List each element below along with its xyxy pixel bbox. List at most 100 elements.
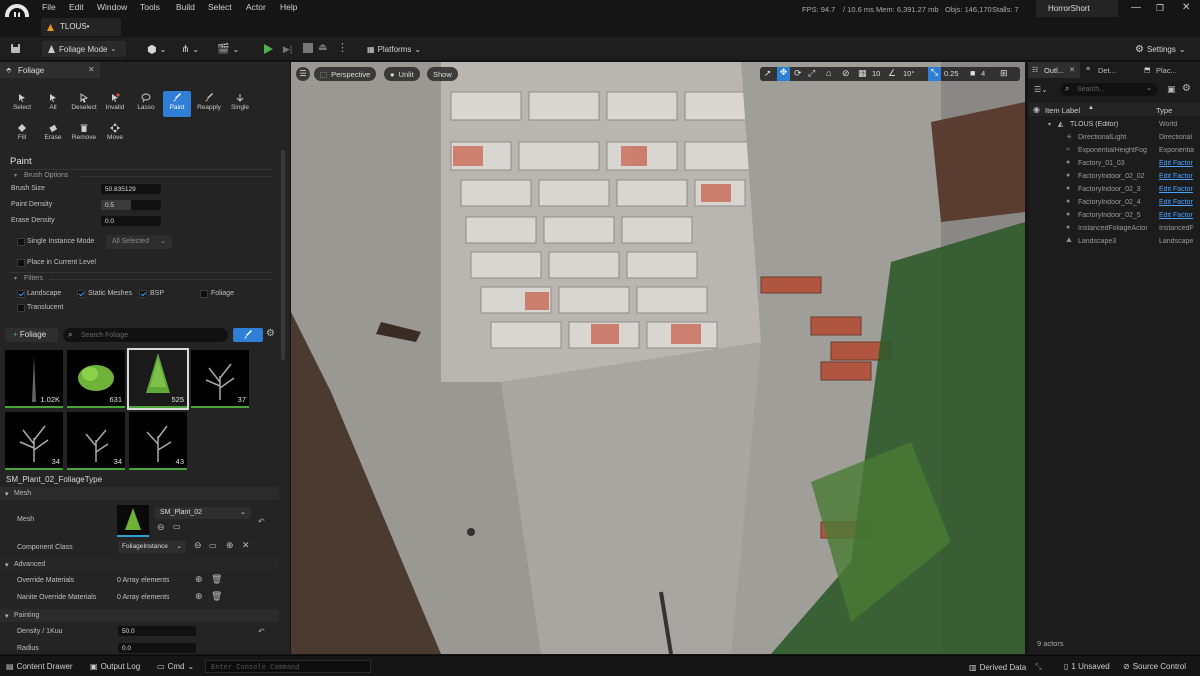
foliage-panel-tab[interactable]: ⬘ Foliage ✕ [0, 62, 100, 78]
camera-speed-value[interactable]: 4 [981, 69, 985, 78]
output-log-button[interactable]: ▣ Output Log [90, 662, 140, 671]
scale-snap-icon[interactable]: ⤡ [928, 67, 941, 81]
camera-speed-icon[interactable]: ■ [970, 68, 975, 78]
add-icon[interactable]: ⊕ [226, 540, 234, 551]
browse-folder-icon[interactable]: ▭ [209, 541, 217, 550]
outliner-row[interactable]: ● InstancedFoliageActor InstancedF [1028, 223, 1200, 235]
tool-invalid[interactable]: Invalid [101, 93, 129, 111]
outliner-row[interactable]: ● FactoryIndoor_02_02 Edit Factor [1028, 171, 1200, 183]
mode-dropdown[interactable]: Foliage Mode ⌄ [42, 41, 126, 57]
derived-data-button[interactable]: ▥ Derived Data ⤡ [969, 662, 1042, 672]
tool-single[interactable]: Single [226, 93, 254, 111]
stop-icon[interactable] [303, 43, 313, 55]
place-level-checkbox[interactable] [17, 259, 25, 267]
paint-filter-toggle[interactable] [233, 328, 263, 342]
outliner-row[interactable]: ☀ DirectionalLight Directional [1028, 132, 1200, 144]
tool-reapply[interactable]: Reapply [195, 93, 223, 111]
filter-landscape-checkbox[interactable] [17, 290, 25, 298]
outliner-tab[interactable]: ☷ Outl... ✕ [1028, 62, 1080, 78]
menu-select[interactable]: Select [208, 2, 232, 12]
use-selected-icon[interactable]: ⊖ [157, 522, 165, 533]
mesh-dropdown[interactable]: SM_Plant_02 ⌄ [155, 507, 251, 519]
foliage-thumb[interactable]: 1.02K [5, 350, 63, 408]
foliage-thumb-selected[interactable]: 525 [127, 348, 189, 410]
rotate-icon[interactable]: ⟳ [794, 68, 802, 79]
outliner-row[interactable]: ⛰ Landscape3 Landscape [1028, 236, 1200, 248]
place-actors-tab[interactable]: ⬒ Plac... [1138, 62, 1198, 78]
select-mode-icon[interactable]: ➚ [764, 68, 772, 79]
save-icon[interactable] [10, 43, 21, 56]
panel-scrollbar[interactable] [281, 150, 285, 360]
surface-snap-icon[interactable]: ⊘ [842, 68, 850, 79]
close-window-icon[interactable]: ✕ [1182, 2, 1190, 13]
menu-tools[interactable]: Tools [140, 2, 160, 12]
angle-snap-icon[interactable]: ∠ [888, 68, 896, 79]
brush-size-field[interactable]: 50.835129 [101, 184, 161, 194]
menu-window[interactable]: Window [97, 2, 127, 12]
foliage-thumb[interactable]: 37 [191, 350, 249, 408]
foliage-thumb[interactable]: 34 [67, 412, 125, 470]
tool-all[interactable]: All [39, 93, 67, 111]
component-class-dropdown[interactable]: FoliageInstance ⌄ [118, 541, 186, 553]
add-folder-icon[interactable]: ▣ [1167, 84, 1176, 95]
outliner-row[interactable]: ▾ ◭ TLOUS (Editor) World [1028, 119, 1200, 131]
settings-button[interactable]: ⚙ Settings ⌄ [1130, 41, 1191, 57]
perspective-button[interactable]: ⬚ Perspective [314, 67, 377, 81]
painting-category-header[interactable]: ▾ Painting [0, 609, 279, 622]
outliner-item-type-link[interactable]: Edit Factor [1159, 160, 1199, 167]
translate-icon[interactable]: ✥ [777, 67, 790, 81]
scale-icon[interactable]: ⤢ [808, 68, 815, 79]
eject-icon[interactable]: ⏏ [318, 42, 327, 53]
add-element-icon[interactable]: ⊕ [195, 574, 203, 585]
blueprint-button[interactable]: ⋔ ⌄ [176, 41, 204, 57]
close-tab-icon[interactable]: ✕ [1069, 65, 1075, 74]
unsaved-button[interactable]: ▯ 1 Unsaved [1064, 662, 1110, 671]
level-tab[interactable]: TLOUS• [41, 18, 121, 36]
search-foliage-input[interactable]: ⌕ Search Foliage [63, 328, 228, 342]
tool-select[interactable]: Select [8, 93, 36, 111]
world-local-icon[interactable]: ⌂ [826, 68, 831, 78]
gear-icon[interactable]: ⚙ [266, 328, 275, 339]
tool-move[interactable]: Move [101, 123, 129, 141]
outliner-item-type-link[interactable]: Edit Factor [1159, 173, 1199, 180]
use-selected-icon[interactable]: ⊖ [194, 540, 202, 551]
single-instance-checkbox[interactable] [17, 238, 25, 246]
add-foliage-button[interactable]: + Foliage [5, 328, 58, 342]
add-element-icon[interactable]: ⊕ [195, 591, 203, 602]
reset-icon[interactable]: ↶ [258, 627, 265, 636]
angle-snap-value[interactable]: 10° [903, 69, 914, 78]
advanced-category-header[interactable]: ▾ Advanced [0, 558, 279, 571]
radius-field[interactable]: 0.0 [118, 643, 196, 653]
tool-remove[interactable]: Remove [70, 123, 98, 141]
trash-icon[interactable]: 🗑 [211, 574, 222, 585]
single-instance-dropdown[interactable]: All Selected ⌄ [106, 235, 172, 249]
minimize-icon[interactable]: — [1131, 2, 1141, 13]
tool-lasso[interactable]: Lasso [132, 93, 160, 111]
foliage-thumb[interactable]: 34 [5, 412, 63, 470]
outliner-item-type-link[interactable]: Edit Factor [1159, 186, 1199, 193]
outliner-search-input[interactable]: ⌕ Search... ⌄ [1060, 83, 1158, 96]
menu-build[interactable]: Build [176, 2, 195, 12]
reset-icon[interactable]: ↶ [258, 517, 265, 526]
maximize-icon[interactable]: ❐ [1156, 3, 1164, 14]
platforms-button[interactable]: ▦ Platforms ⌄ [362, 41, 426, 57]
density-field[interactable]: 50.0 [118, 626, 196, 636]
source-control-button[interactable]: ⊘ Source Control [1123, 662, 1186, 671]
item-label-column[interactable]: Item Label [1045, 106, 1080, 115]
outliner-row[interactable]: ● FactoryIndoor_02_5 Edit Factor [1028, 210, 1200, 222]
hamburger-menu-icon[interactable]: ☰ [296, 67, 310, 81]
unlit-button[interactable]: ● Unlit [384, 67, 420, 81]
tool-paint[interactable]: Paint [163, 91, 191, 117]
browse-folder-icon[interactable]: ▭ [173, 522, 181, 531]
erase-density-field[interactable]: 0.0 [101, 216, 161, 226]
foliage-thumb[interactable]: 631 [67, 350, 125, 408]
outliner-row[interactable]: ● Factory_01_03 Edit Factor [1028, 158, 1200, 170]
filter-translucent-checkbox[interactable] [17, 304, 25, 312]
gear-icon[interactable]: ⚙ [1182, 83, 1191, 94]
type-column[interactable]: Type [1156, 106, 1172, 115]
layout-icon[interactable]: ⊞ [1000, 68, 1008, 79]
outliner-row[interactable]: ● FactoryIndoor_02_3 Edit Factor [1028, 184, 1200, 196]
menu-help[interactable]: Help [280, 2, 297, 12]
foliage-thumb[interactable]: 43 [129, 412, 187, 470]
more-options-icon[interactable]: ⋮ [337, 41, 348, 54]
